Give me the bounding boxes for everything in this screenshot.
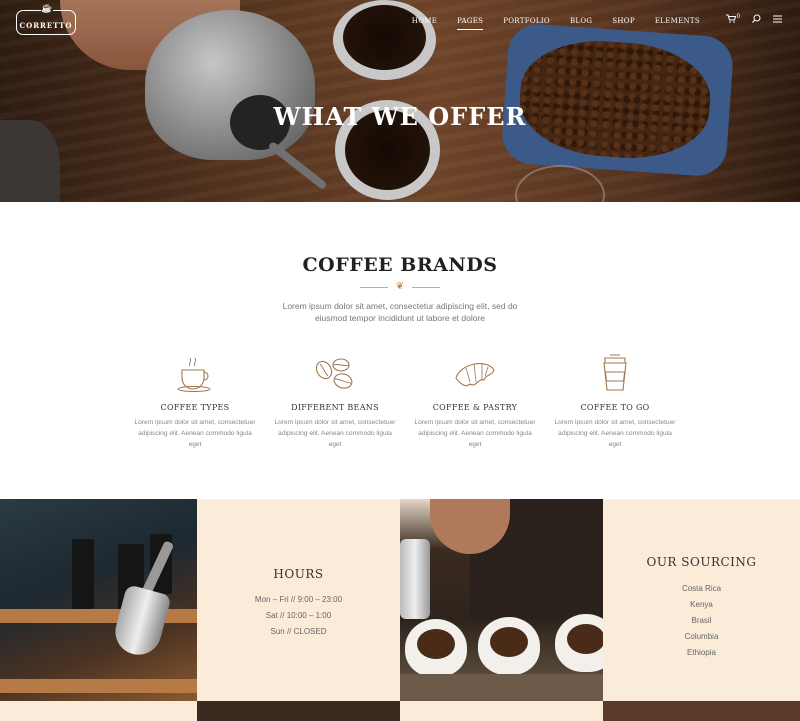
shelf [0, 679, 197, 693]
nav-shop[interactable]: SHOP [602, 17, 645, 25]
nav-icons: 0 [725, 14, 782, 26]
sourcing-panel: OUR SOURCING Costa Rica Kenya Brasil Col… [603, 499, 800, 701]
hours-line: Mon – Fri // 9:00 – 23:00 [254, 595, 343, 604]
croissant-icon [455, 363, 495, 387]
feature-title: DIFFERENT BEANS [291, 403, 379, 412]
brand-name: CORRETTO [19, 21, 73, 30]
nav-portfolio[interactable]: PORTFOLIO [493, 17, 560, 25]
brands-intro: Lorem ipsum dolor sit amet, consectetur … [282, 301, 518, 323]
feature-title: COFFEE TO GO [580, 403, 650, 412]
sourcing-item: Columbia [684, 632, 719, 641]
info-grid: HOURS Mon – Fri // 9:00 – 23:00 Sat // 1… [0, 499, 800, 721]
brew-stand [400, 674, 603, 701]
filter-cone [555, 614, 603, 672]
sourcing-item: Costa Rica [681, 584, 722, 593]
feature-coffee-pastry: COFFEE & PASTRY Lorem ipsum dolor sit am… [405, 352, 545, 450]
search-icon[interactable] [752, 14, 761, 26]
feature-coffee-to-go: COFFEE TO GO Lorem ipsum dolor sit amet,… [545, 352, 685, 450]
brands-title: COFFEE BRANDS [302, 254, 498, 276]
sourcing-item: Ethiopia [687, 648, 716, 657]
feature-text: Lorem ipsum dolor sit amet, consectetuer… [134, 419, 256, 448]
menu-icon[interactable] [773, 15, 782, 26]
nav-pages[interactable]: PAGES [447, 17, 493, 30]
photo-coffee-shelf [0, 499, 197, 701]
nav-blog[interactable]: BLOG [560, 17, 602, 25]
pour-kettle [400, 539, 430, 619]
hours-title: HOURS [273, 567, 324, 581]
feature-text: Lorem ipsum dolor sit amet, consectetuer… [274, 419, 396, 448]
filter-cone [405, 619, 467, 677]
cart-count: 0 [736, 14, 740, 20]
next-row-cream [400, 701, 603, 721]
sourcing-title: OUR SOURCING [646, 555, 757, 569]
coffee-cup-icon [177, 357, 211, 392]
nav-home[interactable]: HOME [402, 17, 447, 25]
feature-list: COFFEE TYPES Lorem ipsum dolor sit amet,… [125, 352, 685, 450]
nav-elements[interactable]: ELEMENTS [645, 17, 710, 25]
feature-title: COFFEE TYPES [160, 403, 230, 412]
photo-pour-over [400, 499, 603, 701]
chalk-sign [72, 539, 94, 609]
hours-line: Sun // CLOSED [270, 627, 327, 636]
main-nav: HOME PAGES PORTFOLIO BLOG SHOP ELEMENTS [402, 17, 710, 30]
sourcing-item: Brasil [691, 616, 712, 625]
hero-title: WHAT WE OFFER [273, 102, 527, 132]
feature-text: Lorem ipsum dolor sit amet, consectetuer… [414, 419, 536, 448]
filter-cone [478, 617, 540, 675]
cart-icon[interactable]: 0 [725, 14, 740, 26]
feature-coffee-types: COFFEE TYPES Lorem ipsum dolor sit amet,… [125, 352, 265, 450]
sourcing-list: Costa Rica Kenya Brasil Columbia Ethiopi… [603, 581, 800, 661]
hero-banner: ☕ CORRETTO HOME PAGES PORTFOLIO BLOG SHO… [0, 0, 800, 202]
section-divider: ❦ [360, 281, 440, 292]
logo-cup-icon: ☕ [41, 2, 53, 13]
hours-panel: HOURS Mon – Fri // 9:00 – 23:00 Sat // 1… [197, 499, 400, 701]
coffee-brands-section: COFFEE BRANDS ❦ Lorem ipsum dolor sit am… [0, 202, 800, 499]
bean-divider-icon: ❦ [395, 281, 405, 292]
feature-different-beans: DIFFERENT BEANS Lorem ipsum dolor sit am… [265, 352, 405, 450]
sourcing-item: Kenya [690, 600, 713, 609]
feature-title: COFFEE & PASTRY [432, 403, 518, 412]
next-row-photo [603, 701, 800, 721]
feature-text: Lorem ipsum dolor sit amet, consectetuer… [554, 419, 676, 448]
hours-list: Mon – Fri // 9:00 – 23:00 Sat // 10:00 –… [197, 592, 400, 640]
coffee-beans-icon [315, 358, 353, 389]
takeaway-cup-icon [603, 354, 627, 391]
hours-line: Sat // 10:00 – 1:00 [265, 611, 332, 620]
next-row-cream [0, 701, 197, 721]
next-row-photo [197, 701, 400, 721]
brand-logo[interactable]: ☕ CORRETTO [16, 3, 76, 35]
